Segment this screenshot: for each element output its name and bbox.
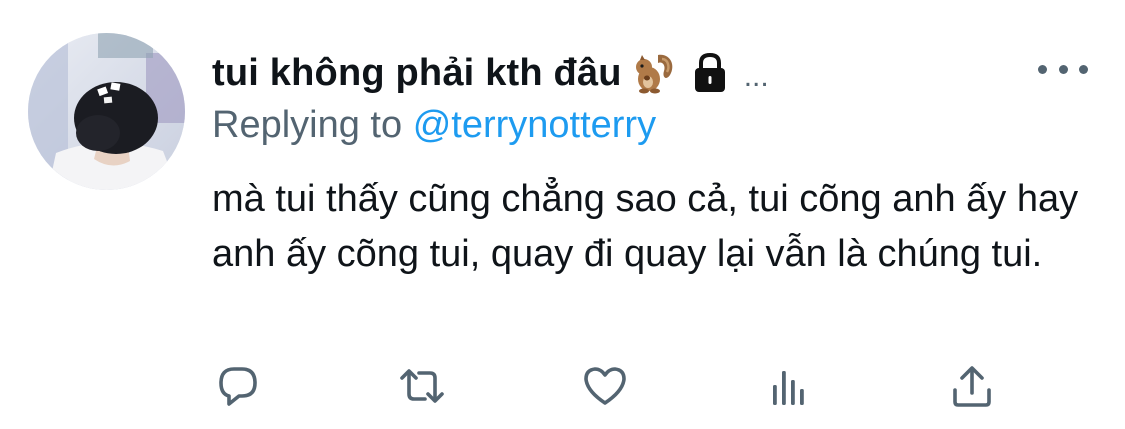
share-button[interactable] bbox=[946, 360, 998, 412]
more-dot bbox=[1058, 64, 1068, 74]
lock-icon bbox=[690, 51, 730, 95]
avatar-image bbox=[28, 33, 185, 190]
analytics-icon bbox=[773, 371, 804, 405]
heart-icon bbox=[584, 367, 626, 405]
like-button[interactable] bbox=[579, 360, 631, 412]
retweet-button[interactable] bbox=[396, 360, 448, 412]
tweet: tui không phải kth đâu ... Replying to @… bbox=[0, 0, 1125, 429]
replying-to-label: Replying to bbox=[212, 104, 403, 146]
squirrel-icon bbox=[632, 51, 676, 95]
reply-icon bbox=[219, 367, 257, 406]
more-dot bbox=[1038, 64, 1047, 74]
replying-to: Replying to @terrynotterry bbox=[212, 104, 656, 147]
analytics-button[interactable] bbox=[762, 360, 814, 412]
avatar[interactable] bbox=[28, 33, 185, 190]
reply-button[interactable] bbox=[212, 360, 264, 412]
reply-mention-link[interactable]: @terrynotterry bbox=[413, 104, 656, 146]
action-bar bbox=[0, 360, 1125, 416]
retweet-icon bbox=[400, 369, 444, 403]
name-truncation-ellipsis: ... bbox=[743, 60, 769, 93]
tweet-header: tui không phải kth đâu ... bbox=[212, 48, 769, 98]
tweet-text: mà tui thấy cũng chẳng sao cả, tui cõng … bbox=[212, 178, 1079, 275]
share-icon bbox=[953, 366, 991, 407]
more-dot bbox=[1079, 64, 1088, 74]
more-options-icon[interactable] bbox=[1038, 56, 1088, 82]
display-name[interactable]: tui không phải kth đâu bbox=[212, 52, 622, 95]
